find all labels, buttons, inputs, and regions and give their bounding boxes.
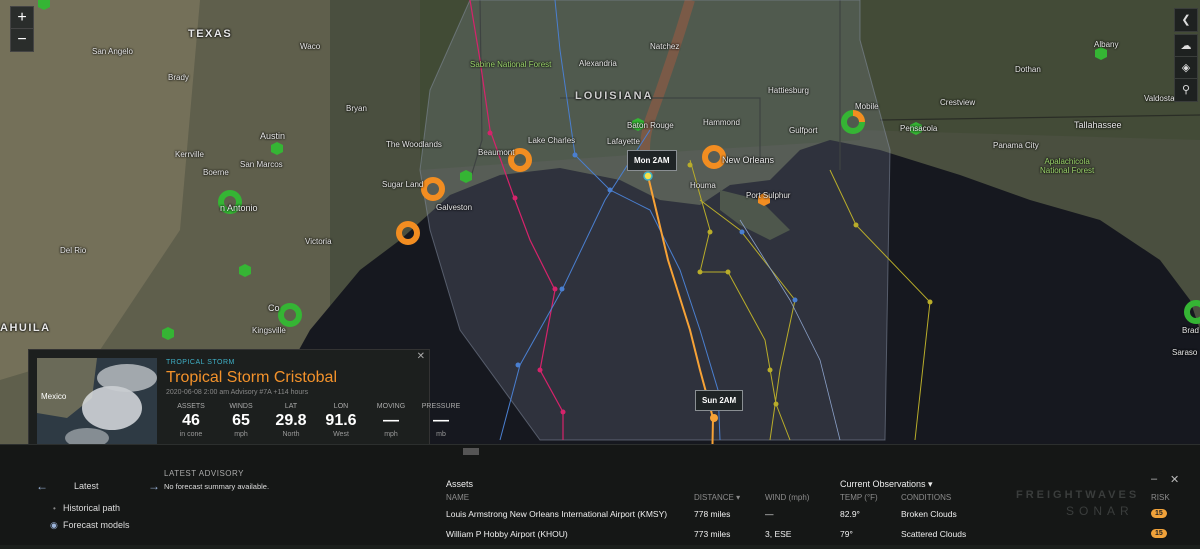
col-distance[interactable]: DISTANCE ▾	[694, 493, 740, 502]
collapse-panel-icon[interactable]: ❮	[1174, 8, 1198, 32]
historical-path-toggle[interactable]: • Historical path	[53, 503, 120, 513]
forecast-callout-mon[interactable]: Mon 2AM	[627, 150, 677, 171]
map-label-brady: Brady	[168, 73, 189, 82]
map-label-corpus: Co	[268, 303, 280, 313]
table-row[interactable]: Louis Armstrong New Orleans Internationa…	[446, 509, 1186, 525]
map-label-tallahassee: Tallahassee	[1074, 120, 1122, 130]
col-risk[interactable]: RISK	[1151, 493, 1170, 502]
advisory-controls: ← Latest → LATEST ADVISORY No forecast s…	[28, 461, 428, 545]
eye-icon: ◉	[50, 520, 58, 530]
forecast-point-sun[interactable]	[710, 414, 718, 422]
storm-advisory-info: 2020-06-08 2:00 am Advisory #7A +114 hou…	[166, 389, 309, 396]
map-label-alexandria: Alexandria	[579, 59, 617, 68]
map-label-boerne: Boerne	[203, 168, 229, 177]
col-conditions[interactable]: CONDITIONS	[901, 493, 951, 502]
thumbnail-label: Mexico	[41, 392, 67, 401]
table-row[interactable]: William P Hobby Airport (KHOU) 773 miles…	[446, 529, 1186, 545]
minimize-table-icon[interactable]: –	[1151, 473, 1157, 485]
map-label-lafayette: Lafayette	[607, 137, 640, 146]
close-table-icon[interactable]: ✕	[1170, 473, 1179, 486]
stat-lat: LAT 29.8 North	[275, 403, 307, 438]
map-label-the-woodlands: The Woodlands	[386, 140, 442, 149]
risk-badge: 15	[1151, 529, 1167, 538]
weather-layer-icon[interactable]: ☁	[1174, 34, 1198, 58]
map-label-dothan: Dothan	[1015, 65, 1041, 74]
previous-advisory-icon[interactable]: ←	[36, 479, 48, 493]
col-name[interactable]: NAME	[446, 493, 469, 502]
latest-advisory-text: No forecast summary available.	[164, 482, 270, 491]
map-label-houma: Houma	[690, 181, 716, 190]
map-label-texas: TEXAS	[188, 28, 233, 40]
bottom-panel: ← Latest → LATEST ADVISORY No forecast s…	[0, 444, 1200, 545]
col-temp[interactable]: TEMP (°F)	[840, 493, 878, 502]
map-label-del-rio: Del Rio	[60, 246, 87, 255]
map-label-brad: Brad	[1182, 326, 1199, 335]
map-label-apalachicola: Apalachicola National Forest	[1040, 157, 1095, 175]
latest-label: Latest	[74, 481, 99, 491]
forecast-callout-sun[interactable]: Sun 2AM	[695, 390, 744, 411]
map-label-kerrville: Kerrville	[175, 150, 204, 159]
map-label-crestview: Crestview	[940, 98, 976, 107]
map-label-kingsville: Kingsville	[252, 326, 286, 335]
storm-panel-close-icon[interactable]: ✕	[417, 351, 425, 362]
map-label-sarasota: Saraso	[1172, 348, 1198, 357]
map-label-sabine: Sabine National Forest	[470, 60, 552, 69]
stat-pressure: PRESSURE — mb	[421, 403, 461, 438]
satellite-image	[37, 358, 157, 456]
map-label-waco: Waco	[300, 42, 321, 51]
assets-header: Assets	[446, 479, 474, 489]
map-label-hammond: Hammond	[703, 118, 740, 127]
stat-assets: ASSETS 46 in cone	[177, 403, 205, 438]
storm-satellite-thumbnail: Mexico	[37, 358, 157, 456]
latest-advisory-title: LATEST ADVISORY	[164, 469, 244, 478]
map-label-hattiesburg: Hattiesburg	[768, 86, 809, 95]
storm-category: TROPICAL STORM	[166, 359, 235, 366]
map-label-panama-city: Panama City	[993, 141, 1039, 150]
storm-position-marker[interactable]	[643, 171, 653, 181]
map-label-austin: Austin	[260, 131, 286, 141]
next-advisory-icon[interactable]: →	[148, 479, 160, 493]
dot-icon: •	[53, 504, 56, 513]
map-label-bryan: Bryan	[346, 104, 367, 113]
map-label-san-angelo: San Angelo	[92, 47, 133, 56]
stat-moving: MOVING — mph	[376, 403, 406, 438]
panel-resize-handle[interactable]	[463, 448, 479, 455]
map-label-port-sulphur: Port Sulphur	[746, 191, 791, 200]
map-label-coahuila: AHUILA	[0, 322, 51, 334]
map-label-san-antonio: n Antonio	[220, 203, 258, 213]
map-label-lake-charles: Lake Charles	[528, 136, 576, 145]
map-label-valdosta: Valdosta	[1144, 94, 1175, 103]
map-label-gulfport: Gulfport	[789, 126, 818, 135]
map-label-pensacola: Pensacola	[900, 124, 938, 133]
storm-stats: ASSETS 46 in cone WINDS 65 mph LAT 29.8 North …	[166, 403, 466, 438]
advisory-navigator: ← Latest →	[36, 479, 160, 495]
map-label-san-marcos: San Marcos	[240, 160, 283, 169]
zoom-in-button[interactable]: +	[10, 6, 34, 30]
col-wind[interactable]: WIND (mph)	[765, 493, 809, 502]
map-label-louisiana: LOUISIANA	[575, 90, 654, 102]
map-label-victoria: Victoria	[305, 237, 332, 246]
location-icon[interactable]: ⚲	[1174, 78, 1198, 102]
zoom-out-button[interactable]: −	[10, 28, 34, 52]
storm-name: Tropical Storm Cristobal	[166, 369, 338, 386]
map-label-baton-rouge: Baton Rouge	[627, 121, 674, 130]
map-label-mobile: Mobile	[855, 102, 879, 111]
stat-lon: LON 91.6 West	[325, 403, 357, 438]
map-label-beaumont: Beaumont	[478, 148, 515, 157]
freightwaves-watermark: FREIGHTWAVES	[1016, 489, 1140, 501]
map-label-albany: Albany	[1094, 40, 1119, 49]
risk-badge: 15	[1151, 509, 1167, 518]
observations-dropdown[interactable]: Current Observations ▾	[840, 479, 933, 490]
map-label-galveston: Galveston	[436, 203, 473, 212]
map-label-natchez: Natchez	[650, 42, 680, 51]
map-label-sugarland: Sugar Land	[382, 180, 424, 189]
map-label-new-orleans: New Orleans	[722, 155, 775, 165]
stat-winds: WINDS 65 mph	[229, 403, 253, 438]
forecast-models-toggle[interactable]: ◉ Forecast models	[50, 520, 130, 531]
layers-icon[interactable]: ◈	[1174, 56, 1198, 80]
